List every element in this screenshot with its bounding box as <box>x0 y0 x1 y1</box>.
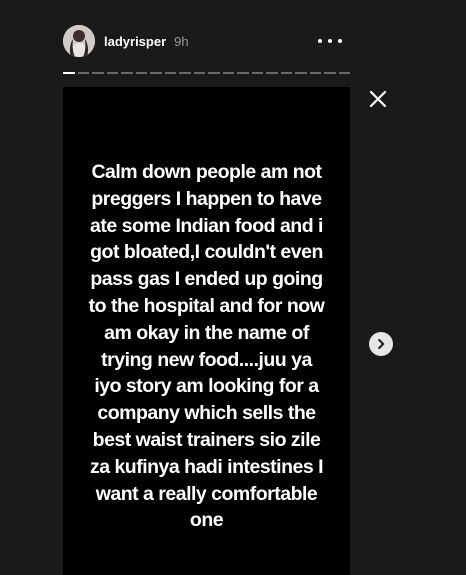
story-text: Calm down people am not preggers I happen… <box>77 159 337 575</box>
progress-segment <box>63 72 75 74</box>
progress-segment <box>222 72 234 74</box>
story-text-line: want a really comfortable <box>95 482 318 505</box>
story-time: 9h <box>174 33 189 49</box>
story-text-line: iyo story am looking for a <box>94 375 319 398</box>
progress-segment <box>280 72 292 74</box>
story-viewer: ladyrisper 9h Calm down people am not pre… <box>0 0 466 575</box>
progress-segment <box>266 72 278 74</box>
story-text-line: one <box>189 509 224 532</box>
progress-segment <box>193 72 205 74</box>
story-progress-bar <box>63 72 350 74</box>
story-text-line: company which sells the <box>97 402 316 425</box>
more-dot <box>338 39 342 43</box>
progress-segment <box>295 72 307 74</box>
story-text-line: best waist trainers sio zile <box>92 428 321 451</box>
progress-segment <box>324 72 336 74</box>
story-text-line: to the hospital and for now <box>88 294 325 317</box>
progress-segment <box>106 72 118 74</box>
close-icon[interactable] <box>368 89 388 109</box>
story-text-line: got bloated,I couldn't even <box>90 241 323 264</box>
story-text-line: preggers I happen to have <box>91 187 322 210</box>
more-dot <box>328 39 332 43</box>
progress-segment <box>237 72 249 74</box>
story-text-line: am okay in the name of <box>104 321 309 344</box>
progress-segment <box>164 72 176 74</box>
progress-segment <box>92 72 104 74</box>
chevron-right-icon[interactable] <box>369 332 393 356</box>
progress-segment <box>179 72 191 74</box>
progress-segment <box>309 72 321 74</box>
story-text-line: trying new food....juu ya <box>101 348 312 371</box>
progress-segment <box>77 72 89 74</box>
story-header: ladyrisper 9h <box>63 25 350 57</box>
story-text-line: ate some Indian food and i <box>90 214 323 237</box>
story-text-line: pass gas I ended up going <box>90 268 323 291</box>
username[interactable]: ladyrisper <box>104 34 166 49</box>
story-content[interactable]: Calm down people am not preggers I happen… <box>63 87 350 575</box>
story-text-line: Calm down people am not <box>91 161 322 183</box>
story-text-line: za kufinya hadi intestines I <box>89 455 324 478</box>
avatar[interactable] <box>63 25 95 57</box>
progress-segment <box>251 72 263 74</box>
progress-segment <box>121 72 133 74</box>
avatar-image <box>63 25 95 57</box>
progress-segment <box>208 72 220 74</box>
progress-segment <box>135 72 147 74</box>
more-icon[interactable] <box>318 33 342 49</box>
progress-segment <box>338 72 350 74</box>
more-dot <box>318 39 322 43</box>
progress-segment <box>150 72 162 74</box>
